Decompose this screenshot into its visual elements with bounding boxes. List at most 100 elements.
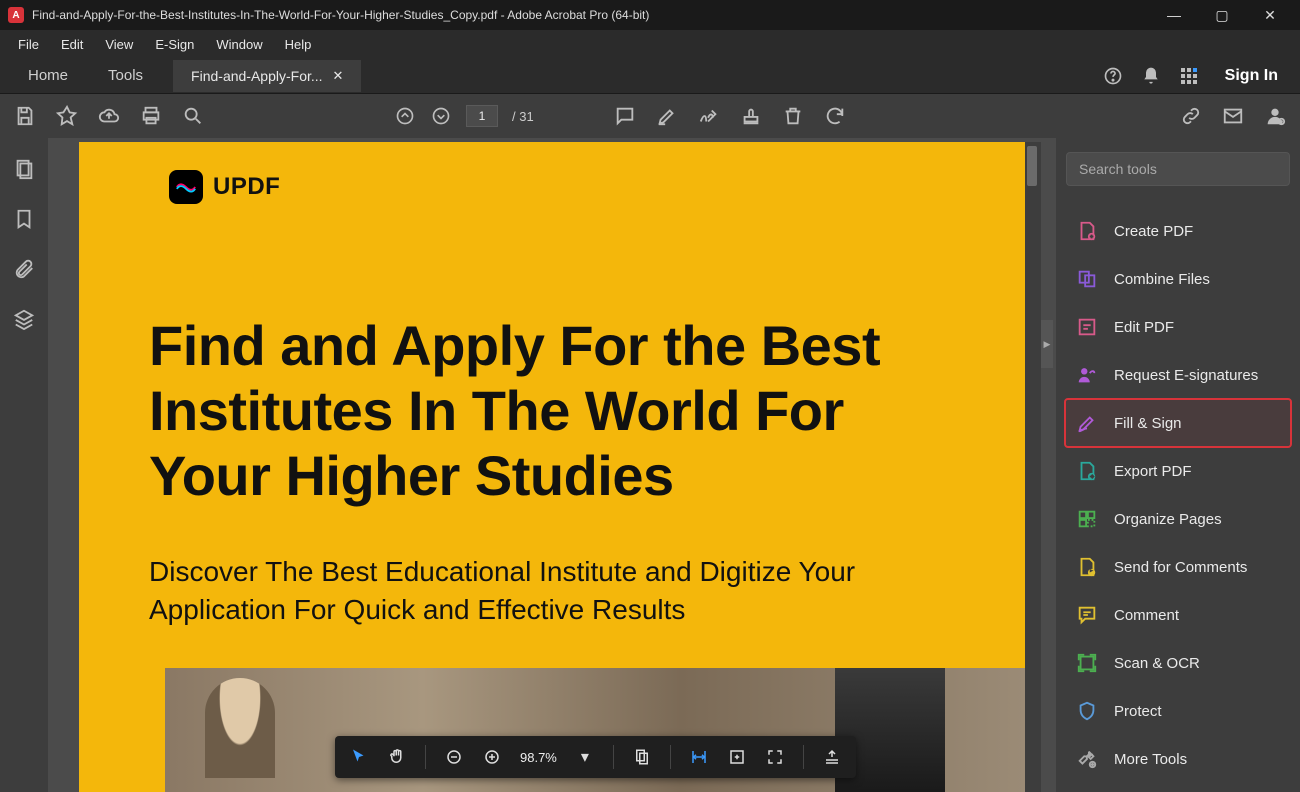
cloud-upload-icon[interactable] [98,105,120,127]
read-mode-icon[interactable] [822,747,842,767]
tool-label: More Tools [1114,751,1187,768]
scrollbar[interactable] [1025,142,1041,792]
tool-label: Export PDF [1114,463,1192,480]
comment-icon [1076,604,1098,626]
bookmark-icon[interactable] [13,208,35,230]
zoom-dropdown-icon[interactable]: ▾ [575,747,595,767]
pdf-page: UPDF Find and Apply For the Best Institu… [79,142,1025,792]
more-tools-icon [1076,748,1098,770]
rotate-icon[interactable] [824,105,846,127]
tab-close-icon[interactable]: ✕ [333,68,344,84]
zoom-out-icon[interactable] [444,747,464,767]
stamp-icon[interactable] [740,105,762,127]
menu-file[interactable]: File [8,33,49,56]
tool-label: Protect [1114,703,1162,720]
titlebar: A Find-and-Apply-For-the-Best-Institutes… [0,0,1300,30]
minimize-button[interactable]: — [1160,7,1188,24]
search-icon[interactable] [182,105,204,127]
bell-icon[interactable] [1141,66,1161,86]
tool-organize-pages[interactable]: Organize Pages [1066,496,1290,542]
request-signatures-icon [1076,364,1098,386]
updf-mark-icon [169,170,203,204]
menu-esign[interactable]: E-Sign [145,33,204,56]
tool-send-comments[interactable]: Send for Comments [1066,544,1290,590]
attachment-icon[interactable] [13,258,35,280]
menubar: File Edit View E-Sign Window Help [0,30,1300,58]
page-number-input[interactable] [466,105,498,127]
tool-label: Edit PDF [1114,319,1174,336]
tab-home[interactable]: Home [8,59,88,92]
fit-width-icon[interactable] [689,747,709,767]
link-icon[interactable] [1180,105,1202,127]
scan-ocr-icon [1076,652,1098,674]
menu-edit[interactable]: Edit [51,33,93,56]
select-tool-icon[interactable] [349,747,369,767]
tool-protect[interactable]: Protect [1066,688,1290,734]
tool-combine-files[interactable]: Combine Files [1066,256,1290,302]
document-heading: Find and Apply For the Best Institutes I… [149,314,955,509]
tool-request-signatures[interactable]: Request E-signatures [1066,352,1290,398]
menu-window[interactable]: Window [206,33,272,56]
page-total-label: / 31 [512,109,534,124]
tab-document-label: Find-and-Apply-For... [191,68,323,84]
toolbar: / 31 [0,94,1300,138]
account-icon[interactable] [1264,105,1286,127]
scroll-thumb[interactable] [1027,146,1037,186]
search-tools-input[interactable] [1066,152,1290,186]
organize-pages-icon [1076,508,1098,530]
mail-icon[interactable] [1222,105,1244,127]
close-button[interactable]: ✕ [1256,7,1284,24]
app-icon: A [8,7,24,23]
star-icon[interactable] [56,105,78,127]
tool-label: Scan & OCR [1114,655,1200,672]
tabsbar: Home Tools Find-and-Apply-For... ✕ Sign … [0,58,1300,94]
trash-icon[interactable] [782,105,804,127]
fill-sign-icon [1076,412,1098,434]
document-subheading: Discover The Best Educational Institute … [149,553,955,629]
create-pdf-icon [1076,220,1098,242]
apps-icon[interactable] [1179,66,1199,86]
layers-icon[interactable] [13,308,35,330]
sign-in-button[interactable]: Sign In [1217,67,1286,85]
tool-create-pdf[interactable]: Create PDF [1066,208,1290,254]
tool-export-pdf[interactable]: Export PDF [1066,448,1290,494]
tool-label: Organize Pages [1114,511,1222,528]
fullscreen-icon[interactable] [765,747,785,767]
window-title: Find-and-Apply-For-the-Best-Institutes-I… [32,8,1160,22]
floating-toolbar: 98.7% ▾ [335,736,856,778]
combine-files-icon [1076,268,1098,290]
tool-label: Request E-signatures [1114,367,1258,384]
document-viewport[interactable]: UPDF Find and Apply For the Best Institu… [48,138,1056,792]
tool-label: Combine Files [1114,271,1210,288]
tools-panel: Create PDF Combine Files Edit PDF Request E… [1056,138,1300,792]
comment-icon[interactable] [614,105,636,127]
sign-icon[interactable] [698,105,720,127]
thumbnails-icon[interactable] [13,158,35,180]
help-icon[interactable] [1103,66,1123,86]
tool-edit-pdf[interactable]: Edit PDF [1066,304,1290,350]
page-display-icon[interactable] [632,747,652,767]
page-up-icon[interactable] [394,105,416,127]
save-icon[interactable] [14,105,36,127]
updf-brand-text: UPDF [213,173,280,201]
fit-page-icon[interactable] [727,747,747,767]
tool-comment[interactable]: Comment [1066,592,1290,638]
highlight-icon[interactable] [656,105,678,127]
collapse-right-icon[interactable]: ▶ [1041,320,1053,368]
protect-icon [1076,700,1098,722]
updf-logo: UPDF [169,170,280,204]
page-down-icon[interactable] [430,105,452,127]
tool-scan-ocr[interactable]: Scan & OCR [1066,640,1290,686]
tool-fill-sign[interactable]: Fill & Sign [1066,400,1290,446]
export-pdf-icon [1076,460,1098,482]
menu-view[interactable]: View [95,33,143,56]
tab-document[interactable]: Find-and-Apply-For... ✕ [173,60,361,92]
tool-more-tools[interactable]: More Tools [1066,736,1290,782]
edit-pdf-icon [1076,316,1098,338]
menu-help[interactable]: Help [275,33,322,56]
maximize-button[interactable]: ▢ [1208,7,1236,24]
tab-tools[interactable]: Tools [88,59,163,92]
zoom-in-icon[interactable] [482,747,502,767]
print-icon[interactable] [140,105,162,127]
hand-tool-icon[interactable] [387,747,407,767]
